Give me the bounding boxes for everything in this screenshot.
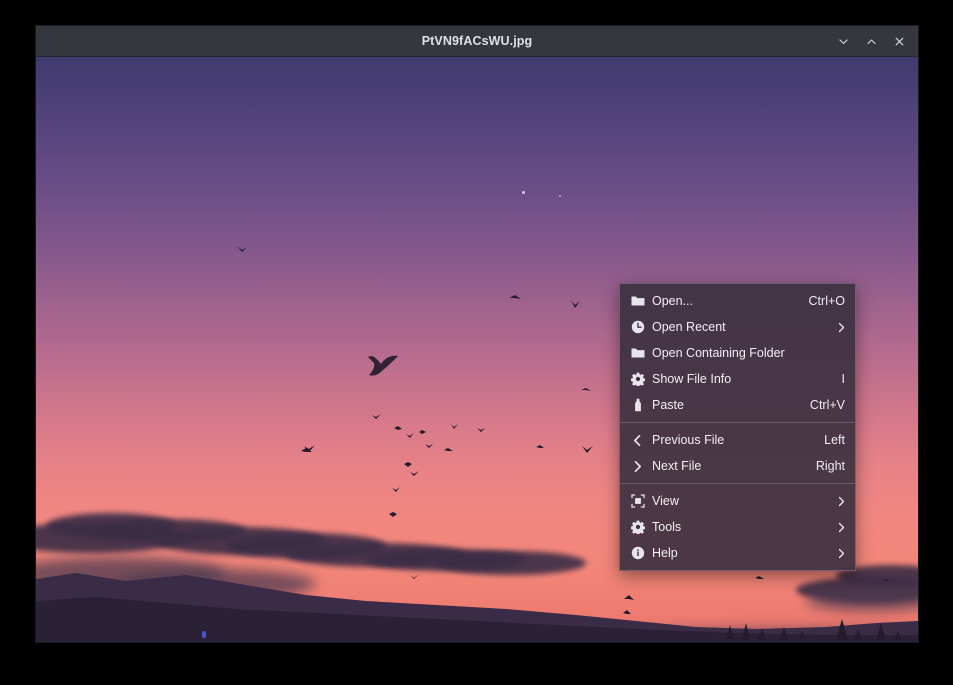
menu-item-label: Next File bbox=[652, 459, 804, 473]
menu-item-label: Paste bbox=[652, 398, 798, 412]
chevron-right-icon bbox=[833, 320, 845, 334]
chevron-right-icon bbox=[833, 494, 845, 508]
bird bbox=[406, 433, 414, 439]
bird bbox=[581, 388, 591, 395]
menu-group-file: Open... Ctrl+O Open Recent bbox=[620, 288, 855, 418]
bird bbox=[755, 576, 764, 582]
chevron-down-icon bbox=[837, 35, 850, 48]
menu-item-label: Previous File bbox=[652, 433, 812, 447]
info-circle-icon bbox=[629, 545, 646, 562]
sky-speck bbox=[522, 191, 525, 194]
chevron-right-icon bbox=[833, 546, 845, 560]
bird bbox=[237, 246, 247, 255]
minimize-button[interactable] bbox=[830, 29, 856, 53]
menu-item-paste[interactable]: Paste Ctrl+V bbox=[620, 392, 855, 418]
menu-item-open-recent[interactable]: Open Recent bbox=[620, 314, 855, 340]
menu-item-label: View bbox=[652, 494, 823, 508]
menu-item-accel: Ctrl+O bbox=[809, 294, 845, 308]
menu-item-label: Open Recent bbox=[652, 320, 823, 334]
menu-item-label: Open Containing Folder bbox=[652, 346, 833, 360]
menu-separator bbox=[620, 483, 855, 484]
context-menu[interactable]: Open... Ctrl+O Open Recent bbox=[619, 283, 856, 571]
bird bbox=[394, 426, 402, 433]
bird bbox=[419, 430, 426, 436]
menu-item-tools[interactable]: Tools bbox=[620, 514, 855, 540]
menu-item-accel: I bbox=[842, 372, 845, 386]
bird bbox=[477, 427, 485, 433]
menu-item-help[interactable]: Help bbox=[620, 540, 855, 566]
menu-item-accel: Left bbox=[824, 433, 845, 447]
bird bbox=[624, 595, 634, 603]
window-controls bbox=[830, 26, 912, 56]
bird bbox=[425, 443, 433, 449]
menu-group-navigation: Previous File Left Next File Right bbox=[620, 427, 855, 479]
bird bbox=[509, 295, 521, 303]
bird bbox=[301, 448, 312, 456]
page-title: PtVN9fACsWU.jpg bbox=[422, 34, 533, 48]
bird bbox=[389, 512, 397, 518]
menu-item-previous-file[interactable]: Previous File Left bbox=[620, 427, 855, 453]
chevron-up-icon bbox=[865, 35, 878, 48]
folder-icon bbox=[629, 293, 646, 310]
menu-item-label: Tools bbox=[652, 520, 823, 534]
bird bbox=[882, 577, 890, 583]
menu-item-label: Help bbox=[652, 546, 823, 560]
image-canvas[interactable]: Open... Ctrl+O Open Recent bbox=[36, 57, 918, 642]
menu-group-submenus: View bbox=[620, 488, 855, 566]
bird bbox=[571, 300, 580, 309]
close-icon bbox=[893, 35, 906, 48]
chevron-right-icon bbox=[833, 520, 845, 534]
maximize-button[interactable] bbox=[858, 29, 884, 53]
desktop-background: PtVN9fACsWU.jpg bbox=[0, 0, 953, 685]
image-viewer-window: PtVN9fACsWU.jpg bbox=[36, 26, 918, 642]
bird bbox=[410, 471, 419, 477]
gear-icon bbox=[629, 371, 646, 388]
menu-item-next-file[interactable]: Next File Right bbox=[620, 453, 855, 479]
bird bbox=[623, 610, 631, 617]
menu-item-accel: Ctrl+V bbox=[810, 398, 845, 412]
bird bbox=[582, 445, 593, 454]
chevron-left-icon bbox=[629, 432, 646, 449]
bird bbox=[404, 462, 412, 468]
clock-icon bbox=[629, 319, 646, 336]
chevron-right-icon bbox=[629, 458, 646, 475]
menu-separator bbox=[620, 422, 855, 423]
folder-icon bbox=[629, 345, 646, 362]
bird bbox=[372, 414, 381, 420]
sky-speck bbox=[559, 195, 561, 197]
paste-icon bbox=[629, 397, 646, 414]
menu-item-accel: Right bbox=[816, 459, 845, 473]
menu-item-open-containing-folder[interactable]: Open Containing Folder bbox=[620, 340, 855, 366]
close-button[interactable] bbox=[886, 29, 912, 53]
bird bbox=[451, 423, 458, 430]
menu-item-label: Show File Info bbox=[652, 372, 830, 386]
menu-item-open[interactable]: Open... Ctrl+O bbox=[620, 288, 855, 314]
gear-icon bbox=[629, 519, 646, 536]
menu-item-view[interactable]: View bbox=[620, 488, 855, 514]
bird bbox=[392, 487, 400, 493]
blue-light-speck bbox=[202, 631, 206, 638]
window-title-bar[interactable]: PtVN9fACsWU.jpg bbox=[36, 26, 918, 57]
bird bbox=[536, 445, 544, 451]
bird bbox=[410, 573, 419, 580]
bird bbox=[444, 448, 453, 454]
bird-large bbox=[366, 353, 400, 379]
menu-item-label: Open... bbox=[652, 294, 797, 308]
selection-square-icon bbox=[629, 493, 646, 510]
menu-item-show-file-info[interactable]: Show File Info I bbox=[620, 366, 855, 392]
